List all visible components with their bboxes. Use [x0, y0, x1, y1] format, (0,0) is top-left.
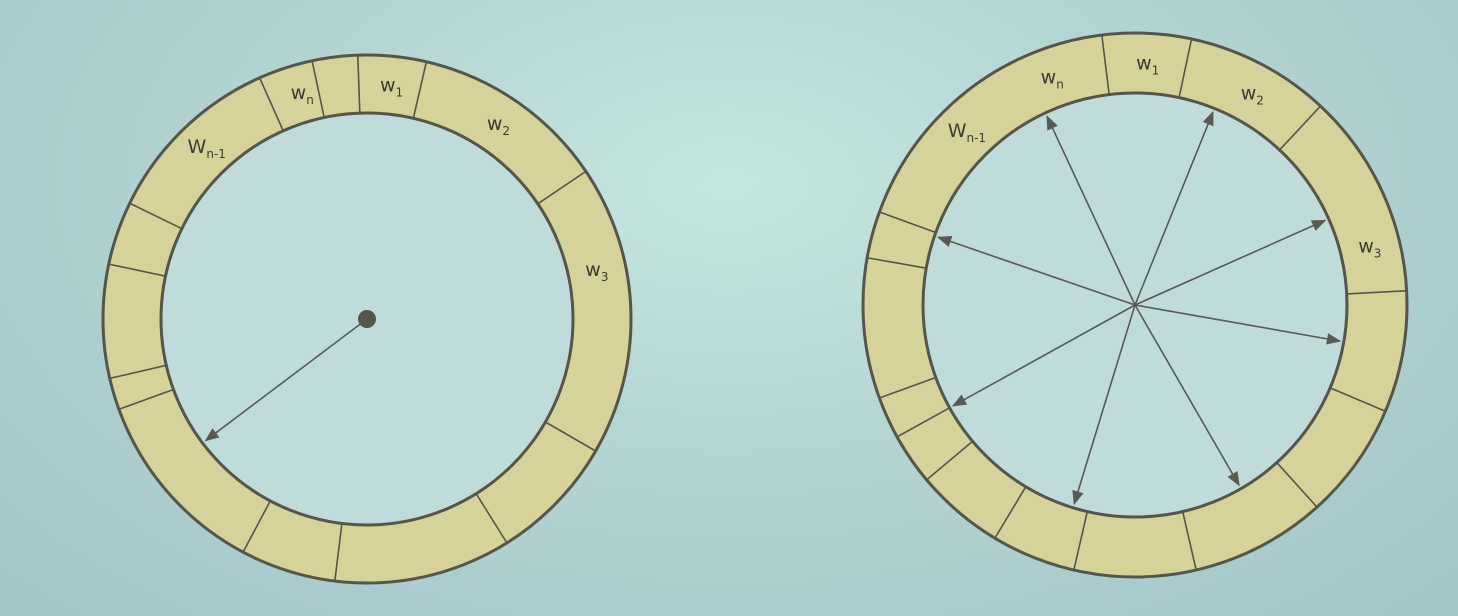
segment-label-subscript: 2	[1256, 93, 1264, 107]
diagram-stage: w1 w2 w3 Wn-1 wn w1 w2 w3 Wn-1 wn	[0, 0, 1458, 616]
segment-label-subscript: n	[306, 93, 314, 107]
segment-label-subscript: 2	[502, 124, 510, 138]
segment-label-name: w	[1358, 235, 1374, 257]
segment-label-subscript: 3	[1374, 246, 1382, 260]
segment-label-name: w	[291, 82, 307, 104]
segment-label-subscript: n-1	[206, 147, 226, 161]
multi-pointer-wheel: w1w2w3Wn-1wn	[861, 31, 1409, 579]
segment-label-name: W	[188, 136, 207, 158]
segment-label-name: w	[1241, 82, 1257, 104]
segment-label-name: w	[487, 113, 503, 135]
segment-label-subscript: 1	[1152, 63, 1160, 77]
segment-label-name: w	[380, 74, 396, 96]
segment-label-name: w	[585, 259, 601, 281]
segment-label-name: W	[948, 120, 967, 142]
segment-label-subscript: 3	[601, 270, 609, 284]
segment-label-subscript: n-1	[967, 131, 987, 145]
segment-label-name: w	[1136, 52, 1152, 74]
segment-label-subscript: n	[1056, 78, 1064, 92]
segment-label-name: w	[1041, 67, 1057, 89]
single-pointer-wheel: w1w2w3Wn-1wn	[101, 53, 633, 585]
segment-label-subscript: 1	[396, 85, 404, 99]
diagram-canvas: w1w2w3Wn-1wnw1w2w3Wn-1wn	[101, 31, 1409, 585]
